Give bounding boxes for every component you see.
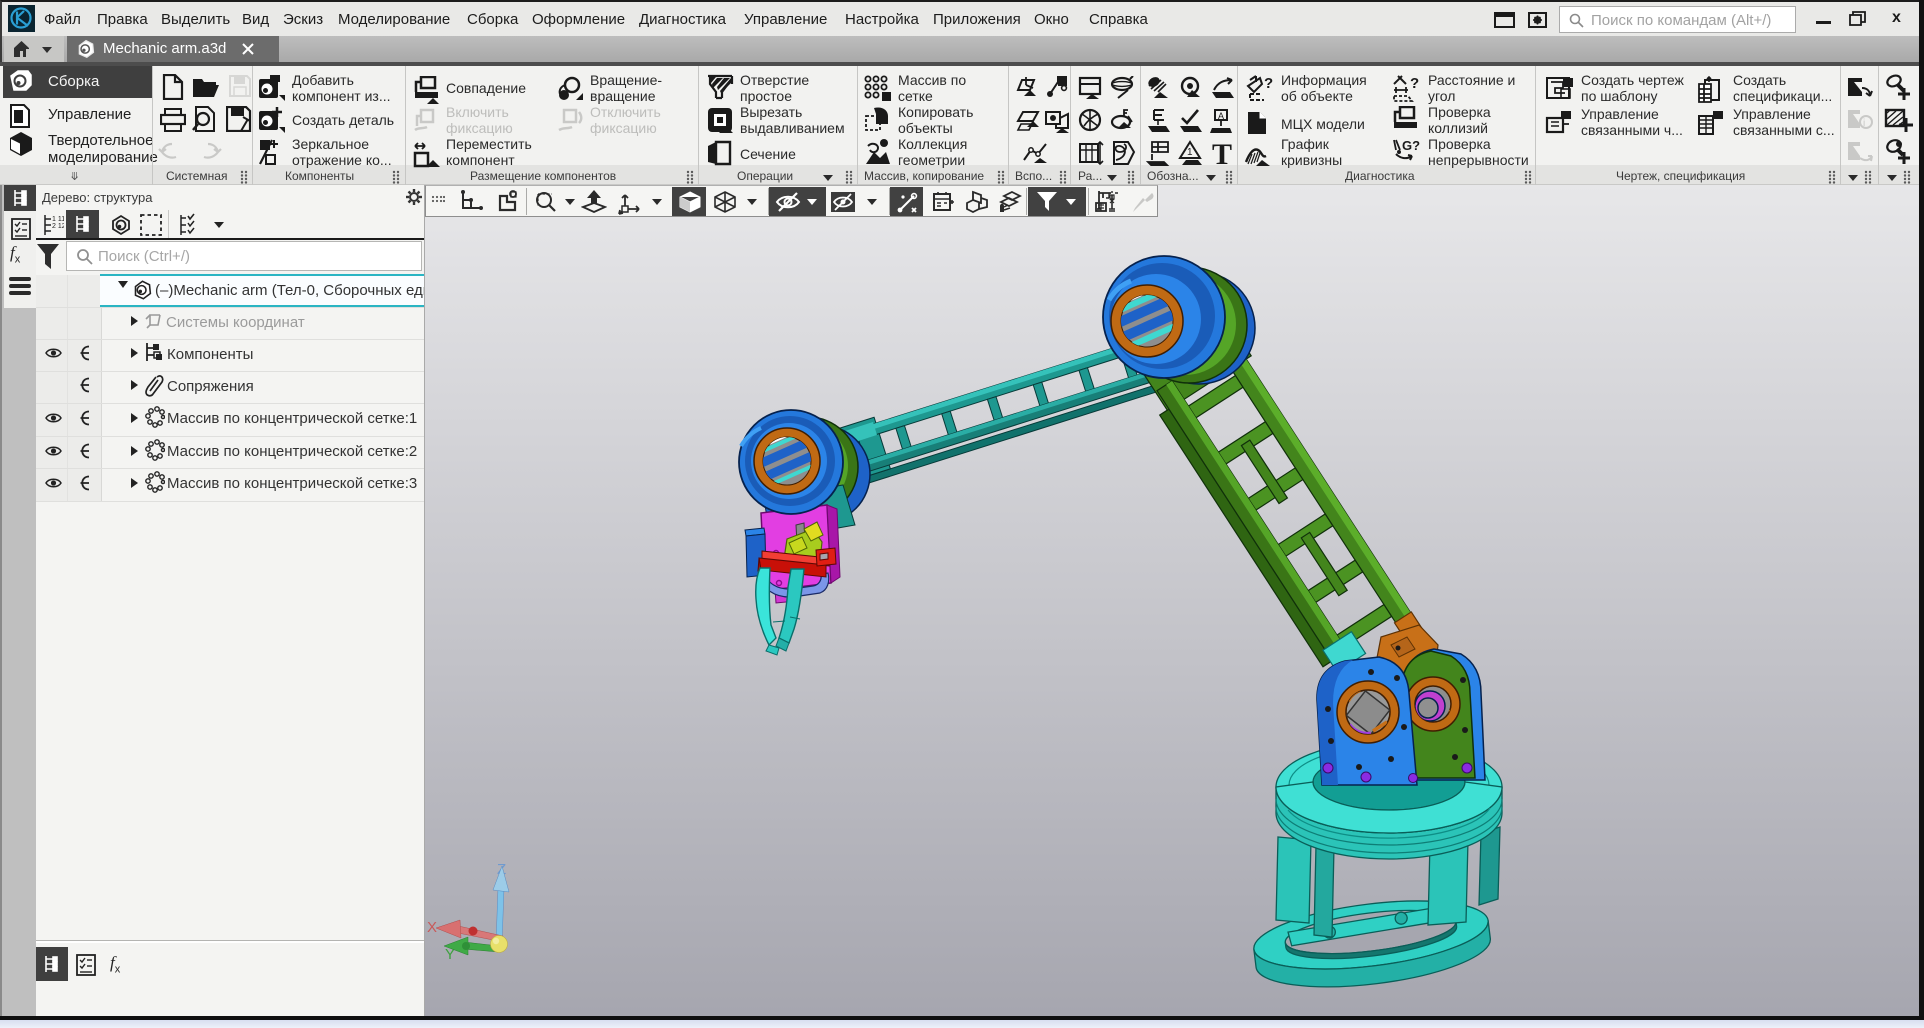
svg-text:?: ?	[1264, 75, 1273, 92]
svg-text:1 11: 1 11	[52, 216, 64, 223]
svg-text:?: ?	[1410, 75, 1419, 92]
svg-text:2 12: 2 12	[52, 223, 64, 230]
svg-text:A: A	[1218, 111, 1224, 121]
svg-text:X: X	[427, 919, 437, 936]
svg-text:i: i	[1863, 118, 1865, 129]
svg-text:1: 1	[1187, 147, 1193, 158]
svg-text:G?: G?	[1402, 138, 1420, 153]
